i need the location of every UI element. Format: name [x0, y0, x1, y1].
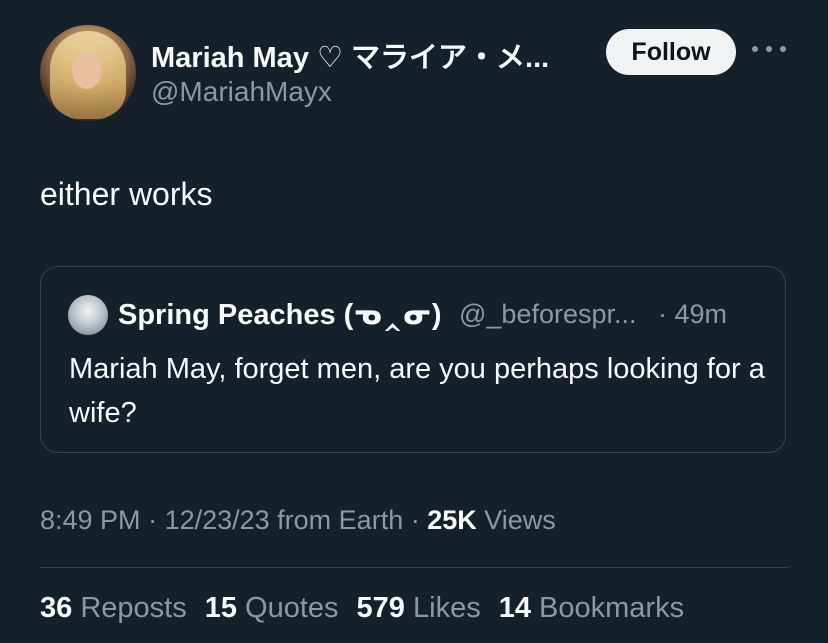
quotes-count: 15 [204, 592, 237, 624]
tweet-date[interactable]: 12/23/23 [165, 505, 270, 535]
meta-separator: · [403, 505, 428, 535]
bookmarks-count: 14 [498, 592, 531, 624]
bookmarks-label: Bookmarks [530, 592, 685, 624]
views-count: 25K [427, 505, 477, 535]
views-label: Views [476, 505, 556, 535]
tweet-time[interactable]: 8:49 PM [40, 505, 141, 535]
author-display-name[interactable]: Mariah May ♡ マライア・メ... [151, 34, 591, 76]
bookmarks-stat[interactable]: 14 Bookmarks [499, 592, 684, 625]
quote-avatar[interactable] [68, 295, 108, 335]
likes-count: 579 [356, 592, 405, 624]
reposts-label: Reposts [72, 592, 187, 624]
engagement-stats: 36 Reposts 15 Quotes 579 Likes 14 Bookma… [40, 592, 684, 625]
tweet-source: from Earth [269, 505, 404, 535]
author-handle[interactable]: @MariahMayx [151, 76, 332, 108]
meta-separator: · [140, 505, 165, 535]
more-dot [752, 46, 758, 52]
follow-button[interactable]: Follow [606, 29, 736, 75]
quoted-tweet-card[interactable]: Spring Peaches (ᓀ‸ᓂ) @_beforespr... · 49… [40, 266, 786, 453]
avatar-face [72, 51, 102, 89]
quote-author-handle[interactable]: @_beforespr... [459, 299, 637, 330]
reposts-count: 36 [40, 592, 73, 624]
reposts-stat[interactable]: 36 Reposts [40, 592, 187, 625]
quotes-stat[interactable]: 15 Quotes [205, 592, 339, 625]
likes-stat[interactable]: 579 Likes [357, 592, 481, 625]
quote-timestamp[interactable]: · 49m [658, 299, 727, 330]
tweet-text: either works [40, 176, 213, 212]
more-dot [780, 46, 786, 52]
quote-text: Mariah May, forget men, are you perhaps … [69, 353, 765, 429]
author-avatar[interactable] [40, 25, 136, 121]
quote-author-name[interactable]: Spring Peaches (ᓀ‸ᓂ) [118, 297, 442, 332]
likes-label: Likes [404, 592, 481, 624]
quotes-label: Quotes [236, 592, 339, 624]
more-dot [766, 46, 772, 52]
tweet-metadata: 8:49 PM · 12/23/23 from Earth · 25K View… [40, 505, 556, 536]
divider [40, 567, 788, 568]
more-icon[interactable] [752, 38, 786, 60]
